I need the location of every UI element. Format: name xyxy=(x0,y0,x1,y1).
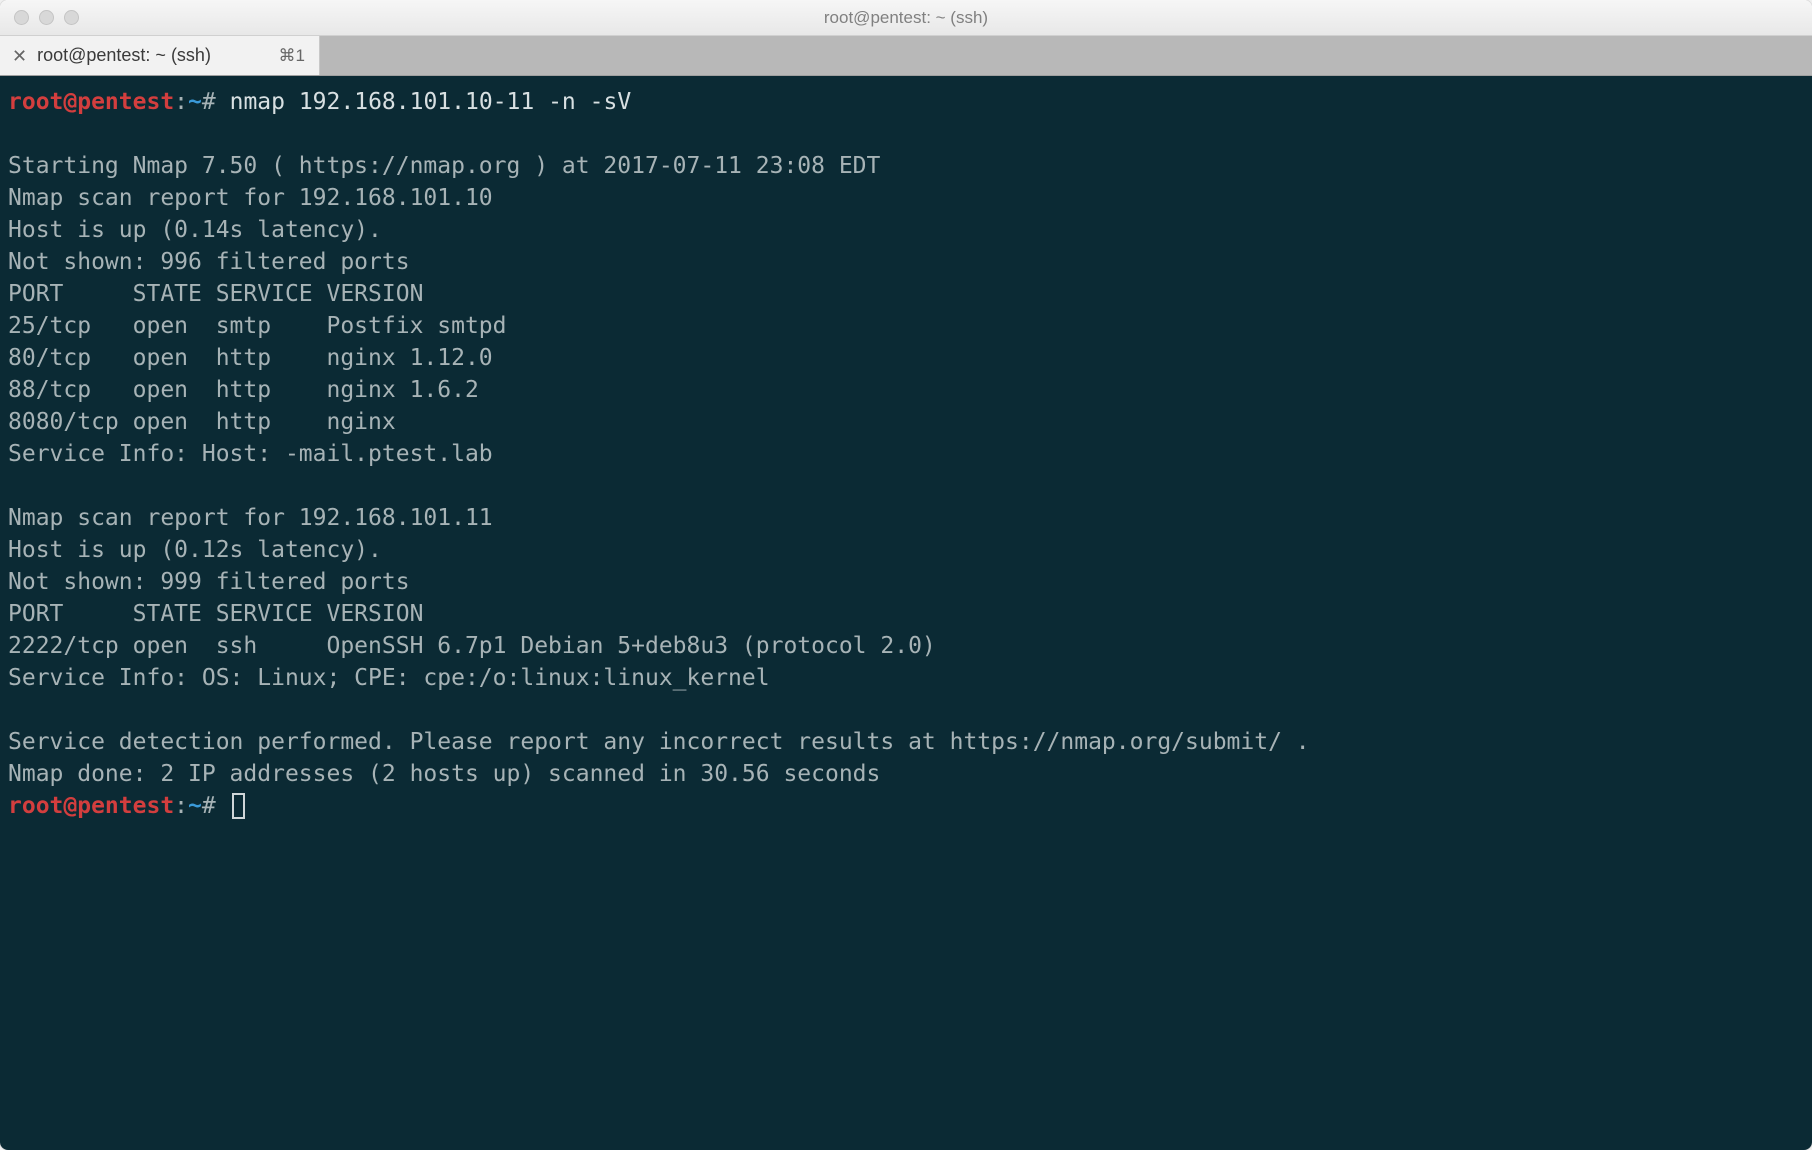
terminal-window: root@pentest: ~ (ssh) ✕ root@pentest: ~ … xyxy=(0,0,1812,1150)
output-line: PORT STATE SERVICE VERSION xyxy=(8,281,423,307)
output-line: Service Info: OS: Linux; CPE: cpe:/o:lin… xyxy=(8,665,770,691)
close-tab-icon[interactable]: ✕ xyxy=(12,47,27,65)
output-line: Host is up (0.14s latency). xyxy=(8,217,382,243)
traffic-lights xyxy=(0,10,79,25)
command-text: nmap 192.168.101.10-11 -n -sV xyxy=(230,89,632,115)
output-line: Not shown: 999 filtered ports xyxy=(8,569,410,595)
prompt-colon: : xyxy=(174,89,188,115)
output-line: 88/tcp open http nginx 1.6.2 xyxy=(8,377,479,403)
prompt-user-host: root@pentest xyxy=(8,793,174,819)
output-line: PORT STATE SERVICE VERSION xyxy=(8,601,423,627)
prompt-path: ~ xyxy=(188,793,202,819)
titlebar[interactable]: root@pentest: ~ (ssh) xyxy=(0,0,1812,36)
output-line: Not shown: 996 filtered ports xyxy=(8,249,410,275)
close-window-button[interactable] xyxy=(14,10,29,25)
prompt-hash: # xyxy=(202,793,230,819)
tab-shortcut: ⌘1 xyxy=(279,46,305,66)
tab-label: root@pentest: ~ (ssh) xyxy=(37,45,211,66)
output-line: Nmap scan report for 192.168.101.11 xyxy=(8,505,493,531)
prompt-hash: # xyxy=(202,89,230,115)
zoom-window-button[interactable] xyxy=(64,10,79,25)
cursor xyxy=(232,793,245,819)
output-line: 25/tcp open smtp Postfix smtpd xyxy=(8,313,507,339)
prompt-path: ~ xyxy=(188,89,202,115)
output-line: Starting Nmap 7.50 ( https://nmap.org ) … xyxy=(8,153,880,179)
output-line: Host is up (0.12s latency). xyxy=(8,537,382,563)
output-line: Service detection performed. Please repo… xyxy=(8,729,1310,755)
output-line: 80/tcp open http nginx 1.12.0 xyxy=(8,345,493,371)
prompt-user-host: root@pentest xyxy=(8,89,174,115)
output-line: Nmap scan report for 192.168.101.10 xyxy=(8,185,493,211)
minimize-window-button[interactable] xyxy=(39,10,54,25)
output-line: 8080/tcp open http nginx xyxy=(8,409,396,435)
tabbar: ✕ root@pentest: ~ (ssh) ⌘1 xyxy=(0,36,1812,76)
terminal-body[interactable]: root@pentest:~# nmap 192.168.101.10-11 -… xyxy=(0,76,1812,1150)
output-line: 2222/tcp open ssh OpenSSH 6.7p1 Debian 5… xyxy=(8,633,936,659)
window-title: root@pentest: ~ (ssh) xyxy=(0,8,1812,28)
output-line: Service Info: Host: -mail.ptest.lab xyxy=(8,441,493,467)
prompt-colon: : xyxy=(174,793,188,819)
output-line: Nmap done: 2 IP addresses (2 hosts up) s… xyxy=(8,761,880,787)
tab-ssh-session[interactable]: ✕ root@pentest: ~ (ssh) ⌘1 xyxy=(0,36,320,75)
